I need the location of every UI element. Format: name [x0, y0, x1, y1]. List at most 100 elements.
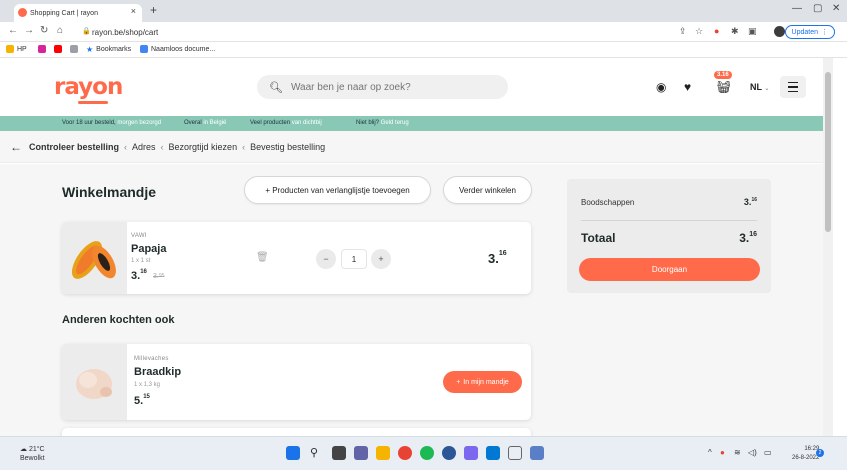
add-to-basket-label: In mijn mandje [463, 378, 509, 386]
bookmark-hp[interactable]: HP [6, 45, 27, 53]
share-icon[interactable]: ⇪ [679, 26, 687, 37]
file-explorer-icon[interactable] [376, 446, 390, 460]
product-quantity-text: 1 x 1 st [131, 258, 151, 264]
add-from-wishlist-button[interactable]: + Producten van verlanglijstje toevoegen [244, 176, 431, 204]
plus-icon: + [456, 378, 461, 386]
update-button[interactable]: Updaten ⋮ [784, 25, 835, 39]
product-name[interactable]: Braadkip [134, 366, 181, 378]
home-icon[interactable]: ⌂ [57, 25, 63, 36]
new-tab-button[interactable]: + [150, 3, 157, 17]
language-label: NL [750, 82, 762, 92]
window-edge [833, 58, 847, 436]
tray-app-icon[interactable]: ● [720, 448, 725, 457]
teams-icon[interactable] [354, 446, 368, 460]
address-bar[interactable]: 🔒 rayon.be/shop/cart [78, 25, 668, 39]
bookmark-label: Bookmarks [96, 46, 132, 53]
remove-trash-icon[interactable]: 🗑︎ [256, 252, 269, 263]
product-name[interactable]: Papaja [131, 243, 166, 255]
checkout-breadcrumb: ← Controleer bestelling ‹ Adres ‹ Bezorg… [0, 131, 823, 163]
logo-underline [78, 101, 108, 104]
clock-date: 26-8-2022 [792, 455, 820, 461]
product-image-papaya[interactable] [62, 222, 127, 294]
checkout-button[interactable]: Doorgaan [579, 258, 760, 281]
search-input[interactable] [290, 81, 491, 93]
messenger-icon[interactable] [464, 446, 478, 460]
close-window-icon[interactable]: ✕ [832, 3, 840, 14]
chrome-icon[interactable] [398, 446, 412, 460]
cart-page: Winkelmandje + Producten van verlanglijs… [0, 164, 823, 448]
bookmark-doc[interactable]: Naamloos docume... [140, 45, 215, 53]
summary-groceries-value: 3.16 [743, 197, 757, 207]
product-image-chicken[interactable] [62, 344, 127, 420]
page-scrollbar[interactable] [823, 58, 833, 436]
add-to-basket-button[interactable]: + In mijn mandje [443, 371, 522, 393]
breadcrumb-step-confirm[interactable]: Bevestig bestelling [250, 142, 325, 152]
instagram-icon[interactable] [38, 45, 46, 53]
rayon-logo[interactable]: rayon [54, 74, 123, 100]
scrollbar-thumb[interactable] [825, 72, 831, 232]
opera-extension-icon[interactable]: ● [714, 26, 719, 36]
task-view-icon[interactable] [332, 446, 346, 460]
tab-close-icon[interactable]: × [131, 6, 136, 16]
product-price: 3.16 [131, 269, 147, 282]
order-summary: Boodschappen 3.16 Totaal 3.16 Doorgaan [567, 179, 771, 293]
app-icon[interactable] [442, 446, 456, 460]
continue-shopping-button[interactable]: Verder winkelen [443, 176, 532, 204]
weather-widget[interactable]: ☁ 21°C Bewolkt [20, 445, 45, 463]
reading-icon[interactable] [70, 45, 78, 53]
quantity-input[interactable]: 1 [341, 249, 367, 269]
minimize-icon[interactable]: — [792, 3, 802, 14]
sidepanel-icon[interactable]: ▣ [748, 26, 757, 37]
usp-item: Voor 18 uur besteld, morgen bezorgd [62, 120, 162, 126]
battery-icon[interactable]: ▭ [764, 448, 772, 457]
breadcrumb-step-review[interactable]: Controleer bestelling [29, 142, 119, 152]
reload-icon[interactable]: ↻ [40, 25, 48, 36]
update-label: Updaten [791, 28, 818, 36]
windows-taskbar: ☁ 21°C Bewolkt ⚲ ^ ● ≋ ◁) ▭ 16:29 26-8-2… [0, 436, 847, 470]
bookmark-bookmarks[interactable]: ★ Bookmarks [86, 45, 131, 54]
pinned-app-icon[interactable] [530, 446, 544, 460]
notification-badge[interactable]: 2 [816, 449, 824, 457]
hamburger-menu-button[interactable] [780, 76, 806, 98]
folder-icon [6, 45, 14, 53]
quantity-increase-button[interactable]: + [371, 249, 391, 269]
summary-groceries-row: Boodschappen 3.16 [581, 197, 757, 207]
product-quantity-text: 1 x 1,3 kg [134, 382, 161, 388]
breadcrumb-separator: ‹ [242, 141, 246, 152]
wifi-icon[interactable]: ≋ [734, 448, 741, 457]
browser-toolbar: ← → ↻ ⌂ 🔒 rayon.be/shop/cart ⇪ ☆ ● ✱ ▣ U… [0, 22, 847, 42]
basket-icon[interactable]: 🧺︎ [716, 80, 731, 94]
chevron-up-icon[interactable]: ^ [708, 448, 712, 457]
browser-tab[interactable]: Shopping Cart | rayon × [14, 4, 142, 22]
quantity-decrease-button[interactable]: − [316, 249, 336, 269]
clock-app-icon[interactable] [508, 446, 522, 460]
mail-icon[interactable] [486, 446, 500, 460]
spotify-icon[interactable] [420, 446, 434, 460]
basket-total-badge: 3.16 [714, 71, 732, 79]
browser-tab-title: Shopping Cart | rayon [30, 9, 98, 17]
usp-item: Overal in België [184, 120, 227, 126]
usp-bar: Voor 18 uur besteld, morgen bezorgd Over… [0, 116, 823, 131]
breadcrumb-separator: ‹ [160, 141, 164, 152]
summary-total-row: Totaal 3.16 [581, 231, 757, 245]
start-menu-icon[interactable] [286, 446, 300, 460]
breadcrumb-step-delivery[interactable]: Bezorgtijd kiezen [169, 142, 238, 152]
volume-icon[interactable]: ◁) [748, 448, 757, 457]
back-icon[interactable]: ← [8, 25, 18, 36]
account-icon[interactable]: ◉ [656, 80, 666, 94]
youtube-icon[interactable] [54, 45, 62, 53]
bookmark-star-icon[interactable]: ☆ [695, 26, 703, 37]
docs-icon [140, 45, 148, 53]
profile-avatar[interactable] [774, 26, 785, 37]
product-brand: Millevaches [134, 356, 169, 362]
forward-icon[interactable]: → [24, 25, 34, 36]
search-bar[interactable]: 🔍︎ [257, 75, 508, 99]
language-select[interactable]: NL ⌄ [750, 82, 769, 92]
extensions-icon[interactable]: ✱ [731, 26, 739, 37]
search-taskbar-icon[interactable]: ⚲ [310, 446, 324, 460]
back-arrow-icon[interactable]: ← [10, 140, 22, 154]
line-total: 3.16 [488, 250, 507, 266]
favorites-heart-icon[interactable]: ♥ [684, 80, 691, 94]
breadcrumb-step-address[interactable]: Adres [132, 142, 156, 152]
maximize-icon[interactable]: ▢ [813, 3, 822, 14]
